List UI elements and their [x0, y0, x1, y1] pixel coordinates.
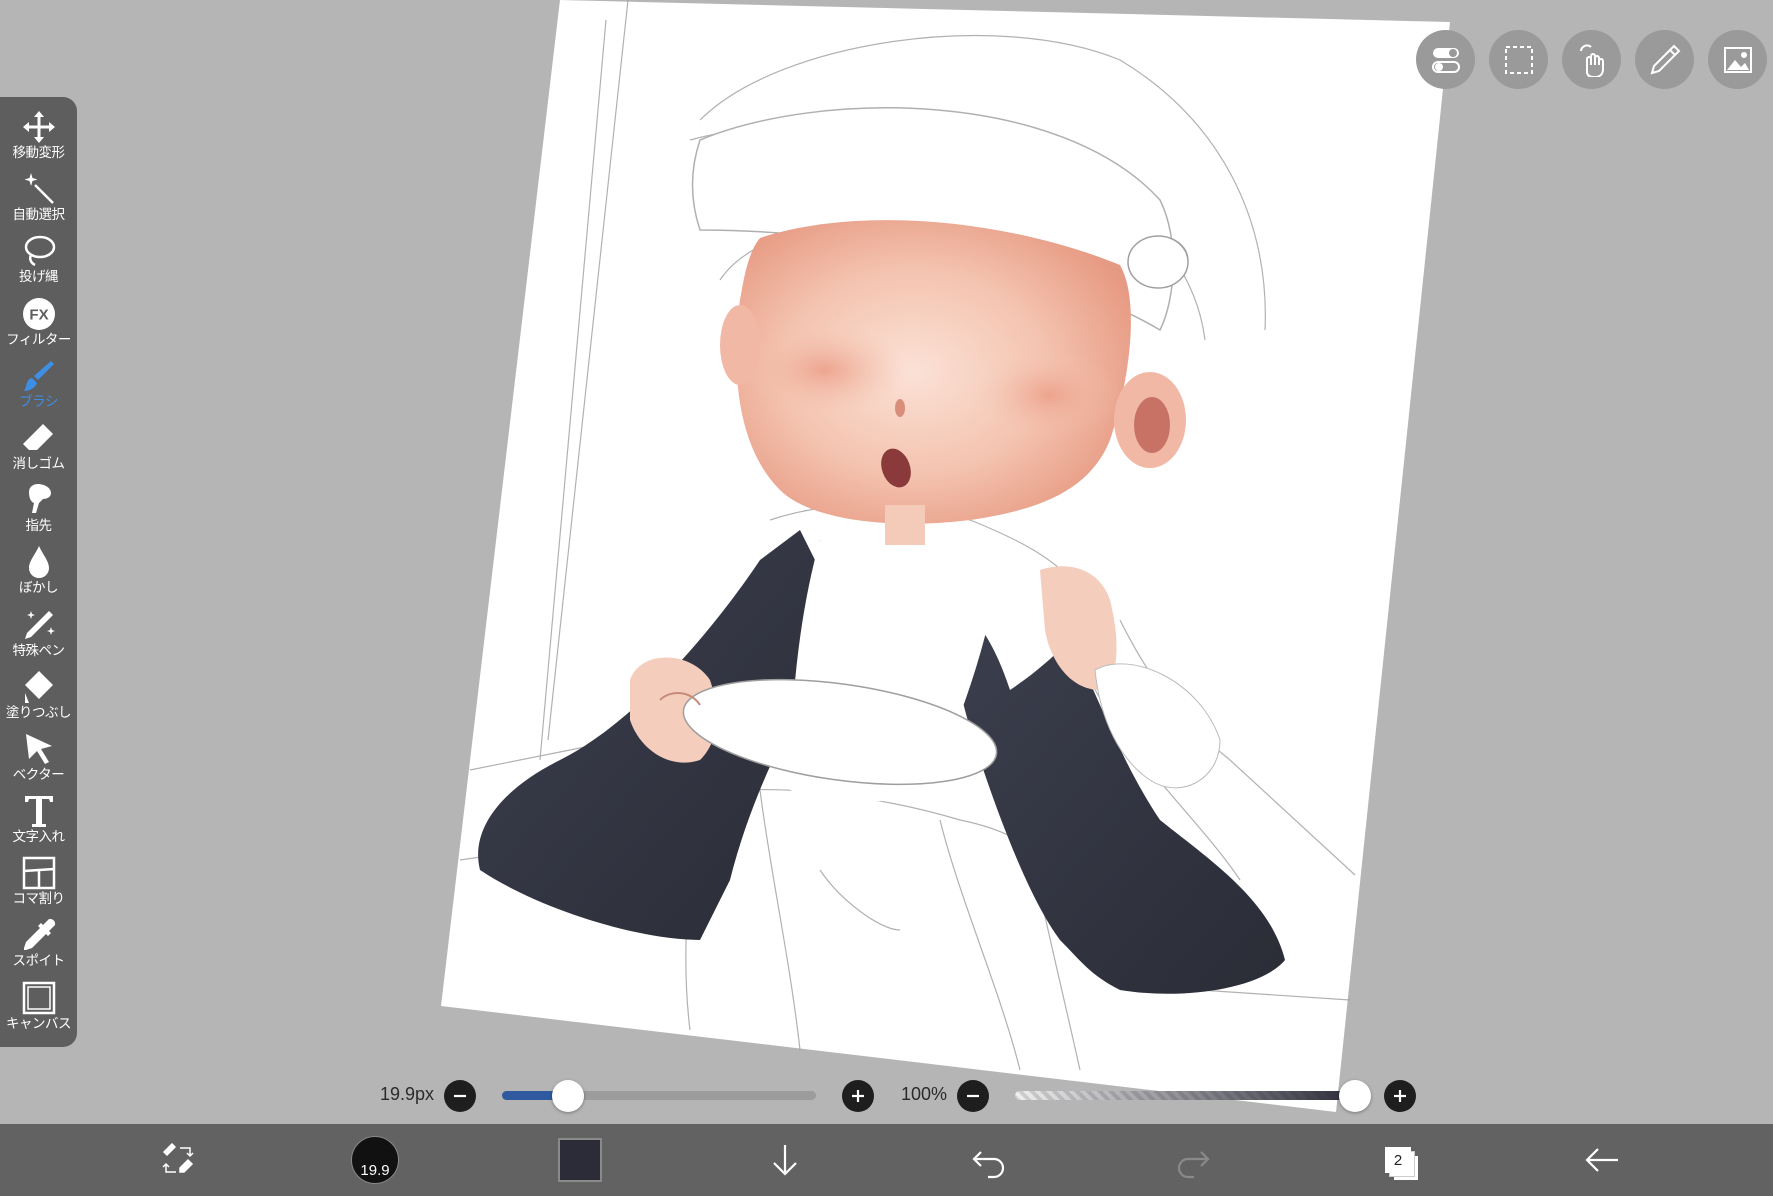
tool-label: 投げ縄 [19, 269, 59, 285]
top-action-bar [1416, 30, 1773, 89]
frame-divider-icon [19, 855, 59, 891]
fx-icon: FX [19, 296, 59, 332]
sparkle-pen-icon [19, 607, 59, 643]
lasso-icon [19, 233, 59, 269]
magic-wand-icon [19, 171, 59, 207]
tool-eyedropper[interactable]: スポイト [0, 917, 77, 979]
tool-label: キャンバス [6, 1015, 72, 1031]
opacity-label: 100% [901, 1084, 948, 1104]
minus-icon [967, 1094, 979, 1098]
redo-button[interactable] [1163, 1124, 1223, 1196]
tool-label: ブラシ [19, 393, 58, 409]
image-button[interactable] [1708, 30, 1767, 89]
tool-label: 文字入れ [12, 829, 66, 845]
toggle-button[interactable] [1416, 30, 1475, 89]
back-button[interactable] [1572, 1124, 1632, 1196]
swap-tool-icon [162, 1142, 194, 1173]
tool-fill[interactable]: 塗りつぶし [0, 669, 77, 731]
tool-label: コマ割り [12, 891, 66, 907]
tool-brush[interactable]: ブラシ [0, 358, 77, 420]
tool-palette: 移動変形 自動選択 投げ縄 FX フィルター ブラシ 消しゴム 指先 ぼかし 特… [0, 97, 77, 1047]
tool-vector[interactable]: ベクター [0, 731, 77, 793]
brush-icon [19, 358, 59, 394]
redo-icon [1177, 1151, 1210, 1179]
canvas-icon [19, 980, 59, 1016]
tool-label: 特殊ペン [12, 642, 66, 658]
tool-lasso[interactable]: 投げ縄 [0, 233, 77, 295]
ruler-button[interactable] [1635, 30, 1694, 89]
undo-icon [972, 1151, 1005, 1179]
tool-eraser[interactable]: 消しゴム [0, 420, 77, 482]
undo-button[interactable] [959, 1124, 1019, 1196]
opacity-thumb[interactable] [1339, 1080, 1371, 1112]
move-icon [19, 109, 59, 145]
plus-icon [852, 1090, 864, 1102]
color-button[interactable] [550, 1124, 610, 1196]
tool-label: 塗りつぶし [5, 704, 72, 720]
image-icon [1723, 46, 1752, 73]
tool-label: 指先 [25, 518, 53, 534]
brush-size-plus-button[interactable] [842, 1080, 874, 1112]
tool-finger[interactable]: 指先 [0, 482, 77, 544]
toggle-icon [1431, 47, 1460, 73]
tool-label: ぼかし [19, 580, 59, 596]
layers-button[interactable]: 2 [1368, 1124, 1428, 1196]
text-icon [19, 793, 59, 829]
minus-icon [454, 1094, 466, 1098]
plus-icon [1394, 1090, 1406, 1102]
cursor-icon [19, 731, 59, 767]
tool-canvas[interactable]: キャンバス [0, 980, 77, 1042]
color-swatch [558, 1138, 602, 1182]
tool-filter[interactable]: FX フィルター [0, 296, 77, 358]
tool-label: スポイト [12, 953, 66, 969]
opacity-plus-button[interactable] [1384, 1080, 1416, 1112]
opacity-track [1015, 1091, 1355, 1100]
ruler-pen-icon [1650, 44, 1680, 74]
layer-count-badge: 2 [1385, 1147, 1411, 1173]
brush-size-button[interactable]: 19.9 [345, 1124, 405, 1196]
bottom-bar: 19.9 2 [0, 1124, 1773, 1196]
tool-label: フィルター [6, 331, 71, 347]
download-button[interactable] [755, 1124, 815, 1196]
eraser-icon [19, 420, 59, 456]
opacity-minus-button[interactable] [957, 1080, 989, 1112]
brush-size-indicator: 19.9 [351, 1136, 399, 1184]
finger-icon [19, 482, 59, 518]
eyedropper-icon [19, 917, 59, 953]
arrow-left-icon [1585, 1148, 1618, 1172]
drawing-canvas[interactable] [0, 0, 1773, 1196]
brush-size-value: 19.9 [360, 1162, 390, 1179]
tool-special-pen[interactable]: 特殊ペン [0, 607, 77, 669]
gesture-button[interactable] [1562, 30, 1621, 89]
svg-text:FX: FX [29, 306, 48, 323]
tool-text[interactable]: 文字入れ [0, 793, 77, 855]
tool-frame[interactable]: コマ割り [0, 855, 77, 917]
tool-label: 消しゴム [12, 455, 66, 471]
tool-blur[interactable]: ぼかし [0, 544, 77, 606]
tool-move[interactable]: 移動変形 [0, 109, 77, 171]
selection-button[interactable] [1489, 30, 1548, 89]
tool-magic-wand[interactable]: 自動選択 [0, 171, 77, 233]
tool-label: ベクター [12, 766, 65, 782]
bucket-icon [19, 669, 59, 705]
swap-brush-eraser-button[interactable] [148, 1124, 208, 1196]
arrow-down-icon [773, 1145, 797, 1176]
brush-size-thumb[interactable] [551, 1080, 584, 1112]
drop-icon [19, 544, 59, 580]
tool-label: 自動選択 [12, 207, 66, 223]
tool-label: 移動変形 [12, 145, 66, 160]
gesture-hand-icon [1579, 43, 1604, 77]
brush-size-label: 19.9px [380, 1084, 435, 1104]
brush-size-minus-button[interactable] [444, 1080, 476, 1112]
selection-icon [1504, 45, 1533, 74]
